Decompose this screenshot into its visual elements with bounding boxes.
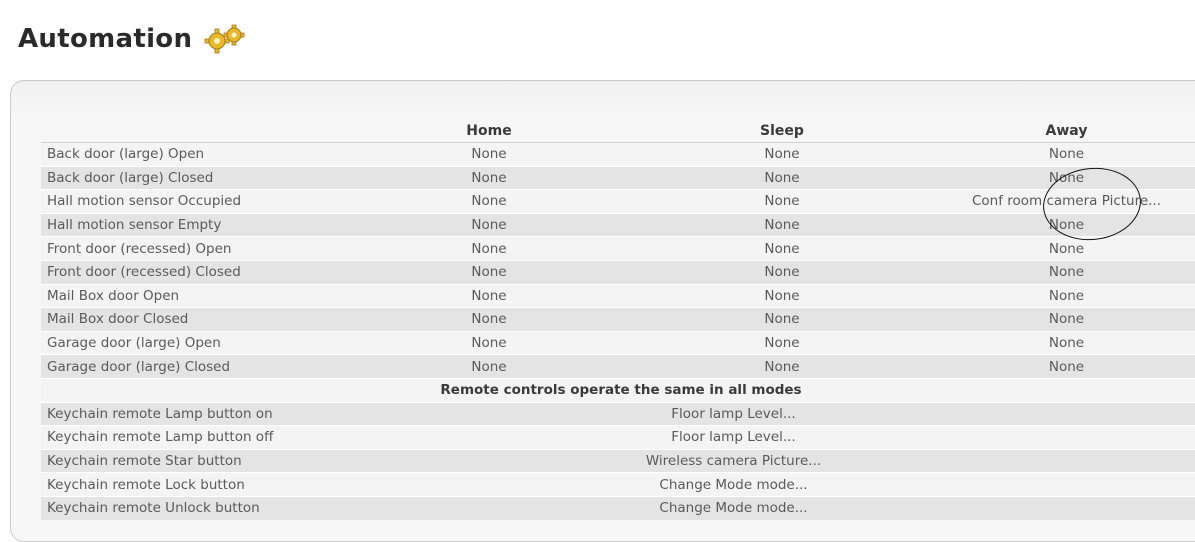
table-row[interactable]: Mail Box door Closed None None None	[41, 307, 1195, 332]
table-row[interactable]: Keychain remote Lock button Change Mode m…	[41, 472, 1195, 497]
table-row[interactable]: Front door (recessed) Closed None None None	[41, 259, 1195, 285]
home-action[interactable]: None	[346, 142, 632, 167]
sleep-action[interactable]: None	[632, 307, 932, 332]
table-row[interactable]: Back door (large) Open None None None	[41, 142, 1195, 167]
away-action[interactable]: None	[932, 259, 1195, 285]
home-action[interactable]: None	[346, 354, 632, 379]
row-label: Mail Box door Open	[41, 283, 346, 308]
table-row[interactable]: Front door (recessed) Open None None None	[41, 236, 1195, 261]
table-row[interactable]: Garage door (large) Closed None None None	[41, 354, 1195, 379]
home-action[interactable]: None	[346, 259, 632, 285]
row-label: Keychain remote Lock button	[41, 472, 346, 497]
away-action[interactable]: None	[932, 142, 1195, 167]
away-action[interactable]: None	[932, 307, 1195, 332]
row-label: Keychain remote Star button	[41, 448, 346, 473]
home-action[interactable]: None	[346, 283, 632, 308]
away-action[interactable]: None	[932, 236, 1195, 261]
table-row[interactable]: Garage door (large) Open None None None	[41, 330, 1195, 355]
row-label: Garage door (large) Closed	[41, 354, 346, 379]
table-row[interactable]: Hall motion sensor Empty None None None	[41, 212, 1195, 237]
table-row[interactable]: Back door (large) Closed None None None	[41, 165, 1195, 190]
row-label: Mail Box door Closed	[41, 307, 346, 332]
column-header-away: Away	[932, 120, 1195, 143]
remote-section-header-row: Remote controls operate the same in all …	[41, 377, 1195, 403]
away-action[interactable]: None	[932, 330, 1195, 355]
home-action[interactable]: None	[346, 307, 632, 332]
sleep-action[interactable]: None	[632, 330, 932, 355]
table-row[interactable]: Keychain remote Lamp button off Floor lam…	[41, 425, 1195, 450]
row-label: Garage door (large) Open	[41, 330, 346, 355]
remote-action[interactable]: Change Mode mode...	[346, 472, 1195, 497]
table-row[interactable]: Hall motion sensor Occupied None None Conf …	[41, 189, 1195, 214]
automation-table: Home Sleep Away Back door (large) Open No…	[41, 120, 1195, 520]
sleep-action[interactable]: None	[632, 236, 932, 261]
gears-icon	[204, 24, 245, 54]
home-action[interactable]: None	[346, 330, 632, 355]
remote-section-header: Remote controls operate the same in all …	[41, 377, 1195, 403]
table-row[interactable]: Keychain remote Star button Wireless came…	[41, 448, 1195, 473]
sleep-action[interactable]: None	[632, 283, 932, 308]
sleep-action[interactable]: None	[632, 354, 932, 379]
table-header-row: Home Sleep Away	[41, 120, 1195, 143]
row-label: Hall motion sensor Occupied	[41, 189, 346, 214]
table-row[interactable]: Keychain remote Lamp button on Floor lamp…	[41, 401, 1195, 426]
home-action[interactable]: None	[346, 189, 632, 214]
row-label: Front door (recessed) Closed	[41, 259, 346, 285]
page-title-text: Automation	[18, 24, 193, 54]
table-row[interactable]: Keychain remote Unlock button Change Mode…	[41, 495, 1195, 520]
row-label: Back door (large) Closed	[41, 165, 346, 190]
sleep-action[interactable]: None	[632, 142, 932, 167]
column-header-sleep: Sleep	[632, 120, 932, 143]
row-label: Keychain remote Lamp button on	[41, 401, 346, 426]
away-action[interactable]: None	[932, 283, 1195, 308]
home-action[interactable]: None	[346, 165, 632, 190]
sleep-action[interactable]: None	[632, 189, 932, 214]
sleep-action[interactable]: None	[632, 165, 932, 190]
away-action[interactable]: None	[932, 354, 1195, 379]
row-label: Keychain remote Lamp button off	[41, 425, 346, 450]
column-header-home: Home	[346, 120, 632, 143]
sleep-action[interactable]: None	[632, 212, 932, 237]
row-label: Keychain remote Unlock button	[41, 495, 346, 520]
sleep-action[interactable]: None	[632, 259, 932, 285]
row-label: Back door (large) Open	[41, 142, 346, 167]
table-row[interactable]: Mail Box door Open None None None	[41, 283, 1195, 308]
column-header-trigger	[41, 120, 346, 143]
remote-action[interactable]: Change Mode mode...	[346, 495, 1195, 520]
row-label: Front door (recessed) Open	[41, 236, 346, 261]
remote-action[interactable]: Floor lamp Level...	[346, 425, 1195, 450]
home-action[interactable]: None	[346, 212, 632, 237]
home-action[interactable]: None	[346, 236, 632, 261]
page-title: Automation	[18, 24, 248, 54]
remote-action[interactable]: Wireless camera Picture...	[346, 448, 1195, 473]
row-label: Hall motion sensor Empty	[41, 212, 346, 237]
remote-action[interactable]: Floor lamp Level...	[346, 401, 1195, 426]
